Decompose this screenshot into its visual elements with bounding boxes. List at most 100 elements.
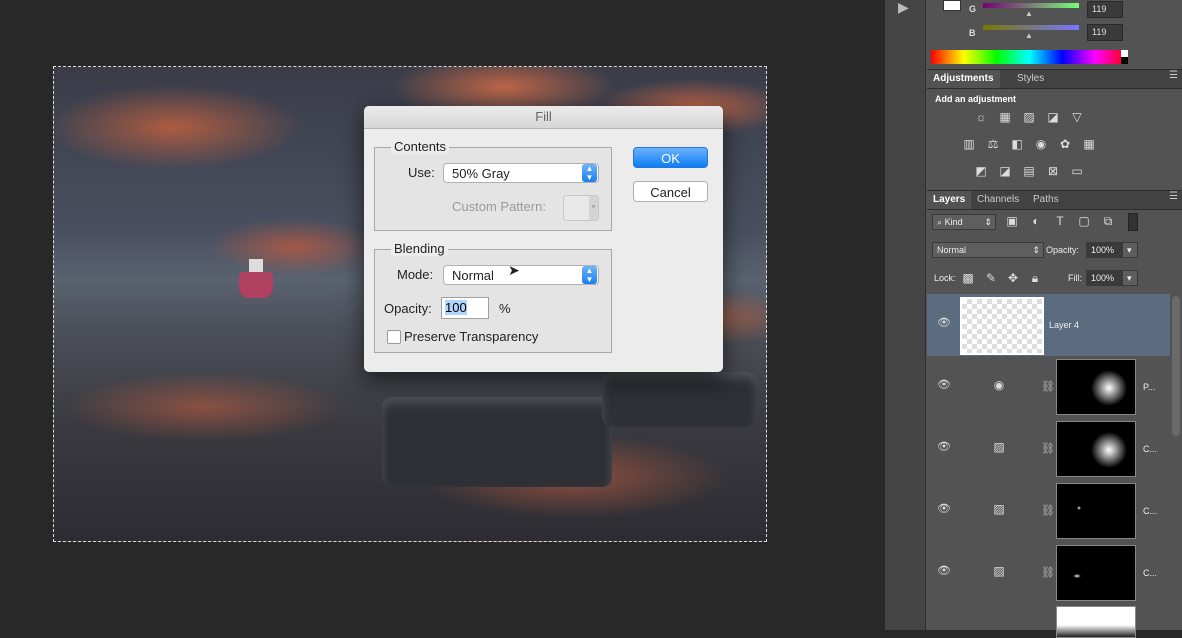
layer-fill-field[interactable]: 100% (1086, 270, 1122, 286)
channel-mixer-icon[interactable]: ✿ (1057, 137, 1073, 151)
layer-filter-select[interactable]: ⌕ Kind ⇕ (932, 214, 996, 230)
custom-pattern-label: Custom Pattern: (452, 199, 546, 214)
b-value-field[interactable]: 119 (1087, 24, 1123, 41)
layer-row[interactable]: 👁︎ ▨ ⛓ C... (927, 480, 1170, 543)
preserve-transparency-label[interactable]: Preserve Transparency (404, 329, 538, 344)
black-swatch[interactable] (1121, 57, 1128, 64)
tab-paths[interactable]: Paths (1027, 191, 1065, 209)
layer-row[interactable]: 👁︎ ▨ ⛓ C... (927, 418, 1170, 481)
g-slider-thumb[interactable]: ▲ (1025, 9, 1033, 18)
black-white-icon[interactable]: ◧ (1009, 137, 1025, 151)
layer-name[interactable]: C... (1143, 506, 1157, 516)
hue-saturation-icon[interactable]: ▥ (961, 137, 977, 151)
layer-opacity-field[interactable]: 100% (1086, 242, 1122, 258)
custom-pattern-picker[interactable]: ▼ (563, 195, 599, 221)
link-icon[interactable]: ⛓ (1041, 442, 1055, 455)
layer-mask-thumbnail[interactable] (1056, 606, 1136, 638)
vibrance-icon[interactable]: ▽ (1069, 110, 1085, 124)
tab-adjustments[interactable]: Adjustments (927, 70, 1000, 88)
smart-object-filter-icon[interactable]: ⧉ (1100, 214, 1116, 228)
layer-name[interactable]: P... (1143, 382, 1155, 392)
ok-button[interactable]: OK (633, 147, 708, 168)
dialog-title: Fill (364, 106, 723, 129)
use-select[interactable]: 50% Gray ▲ ▼ (443, 163, 599, 183)
layers-scrollbar[interactable] (1172, 296, 1180, 436)
color-balance-icon[interactable]: ⚖ (985, 137, 1001, 151)
use-value: 50% Gray (452, 166, 510, 181)
gradient-map-icon[interactable]: ▭ (1069, 164, 1085, 178)
chevron-updown-icon: ▲ ▼ (582, 164, 597, 182)
shape-filter-icon[interactable]: ▢ (1076, 214, 1092, 228)
eye-icon[interactable]: 👁︎ (937, 564, 951, 578)
type-filter-icon[interactable]: T (1052, 214, 1068, 228)
layer-row[interactable]: 👁︎ ▨ ⛓ C... (927, 542, 1170, 605)
link-icon[interactable]: ⛓ (1041, 566, 1055, 579)
chevron-down-icon: ▼ (589, 196, 598, 220)
percent-unit: % (499, 301, 511, 316)
layer-mask-thumbnail[interactable] (1056, 421, 1136, 477)
eye-icon[interactable]: 👁︎ (937, 378, 951, 392)
eye-icon[interactable]: 👁︎ (937, 502, 951, 516)
filter-toggle[interactable] (1128, 213, 1138, 231)
tab-layers[interactable]: Layers (927, 191, 972, 209)
exposure-icon[interactable]: ◪ (1045, 110, 1061, 124)
layer-name[interactable]: C... (1143, 444, 1157, 454)
layer-mask-thumbnail[interactable] (1056, 545, 1136, 601)
adjustment-filter-icon[interactable]: ◐ (1028, 214, 1044, 228)
panel-menu-icon[interactable]: ☰ (1169, 70, 1178, 81)
posterize-icon[interactable]: ◪ (997, 164, 1013, 178)
b-slider-thumb[interactable]: ▲ (1025, 31, 1033, 40)
opacity-dropdown-icon[interactable]: ▾ (1122, 242, 1138, 258)
layer-row-selected[interactable]: 👁︎ Layer 4 (927, 294, 1170, 357)
invert-icon[interactable]: ◩ (973, 164, 989, 178)
pixel-filter-icon[interactable]: ▣ (1004, 214, 1020, 228)
color-spectrum[interactable] (931, 50, 1128, 64)
boat-cabin (249, 259, 263, 273)
lock-all-icon[interactable]: 🔒︎ (1027, 271, 1043, 285)
tab-channels[interactable]: Channels (971, 191, 1025, 209)
chevron-updown-icon: ⇕ (984, 217, 992, 227)
blend-mode-value: Normal (937, 245, 967, 255)
cancel-button[interactable]: Cancel (633, 181, 708, 202)
layer-mask-thumbnail[interactable] (1056, 359, 1136, 415)
layer-row[interactable]: 👁︎ ◉ ⛓ P... (927, 356, 1170, 419)
threshold-icon[interactable]: ▤ (1021, 164, 1037, 178)
color-lookup-icon[interactable]: ▦ (1081, 137, 1097, 151)
curves-icon[interactable]: ▨ (1021, 110, 1037, 124)
link-icon[interactable]: ⛓ (1041, 380, 1055, 393)
opacity-input[interactable]: 100 (441, 297, 489, 319)
mode-select[interactable]: Normal ▲ ▼ (443, 265, 599, 285)
selective-color-icon[interactable]: ⊠ (1045, 164, 1061, 178)
contents-title: Contents (391, 139, 450, 154)
g-value-field[interactable]: 119 (1087, 1, 1123, 18)
rock-small (602, 372, 757, 427)
eye-icon[interactable]: 👁︎ (937, 440, 951, 454)
eye-icon[interactable]: 👁︎ (937, 316, 951, 330)
preserve-transparency-checkbox[interactable] (387, 330, 401, 344)
white-swatch[interactable] (1121, 50, 1128, 57)
b-slider[interactable] (983, 25, 1079, 30)
lock-transparent-icon[interactable]: ▩ (960, 271, 976, 285)
play-icon[interactable]: ▶ (898, 0, 916, 14)
opacity-label: Opacity: (384, 301, 432, 316)
layers-menu-icon[interactable]: ☰ (1169, 191, 1178, 202)
layer-row-partial[interactable] (927, 604, 1170, 638)
mouse-cursor-icon: ➤ (508, 262, 520, 278)
layer-name[interactable]: Layer 4 (1049, 320, 1079, 330)
lock-position-icon[interactable]: ✥ (1005, 271, 1021, 285)
lock-image-icon[interactable]: ✎ (983, 271, 999, 285)
link-icon[interactable]: ⛓ (1041, 504, 1055, 517)
brightness-icon[interactable]: ☼ (973, 110, 989, 124)
tab-styles[interactable]: Styles (1011, 70, 1050, 88)
lock-label: Lock: (934, 273, 956, 283)
foreground-swatch[interactable] (943, 0, 961, 11)
layer-name[interactable]: C... (1143, 568, 1157, 578)
levels-icon[interactable]: ▦ (997, 110, 1013, 124)
blend-mode-select[interactable]: Normal ⇕ (932, 242, 1044, 258)
photo-filter-icon[interactable]: ◉ (1033, 137, 1049, 151)
fill-dropdown-icon[interactable]: ▾ (1122, 270, 1138, 286)
fill-dialog: Fill Contents Use: 50% Gray ▲ ▼ Custom Pa… (364, 106, 723, 372)
g-slider[interactable] (983, 3, 1079, 8)
blending-title: Blending (391, 241, 448, 256)
layer-mask-thumbnail[interactable] (1056, 483, 1136, 539)
